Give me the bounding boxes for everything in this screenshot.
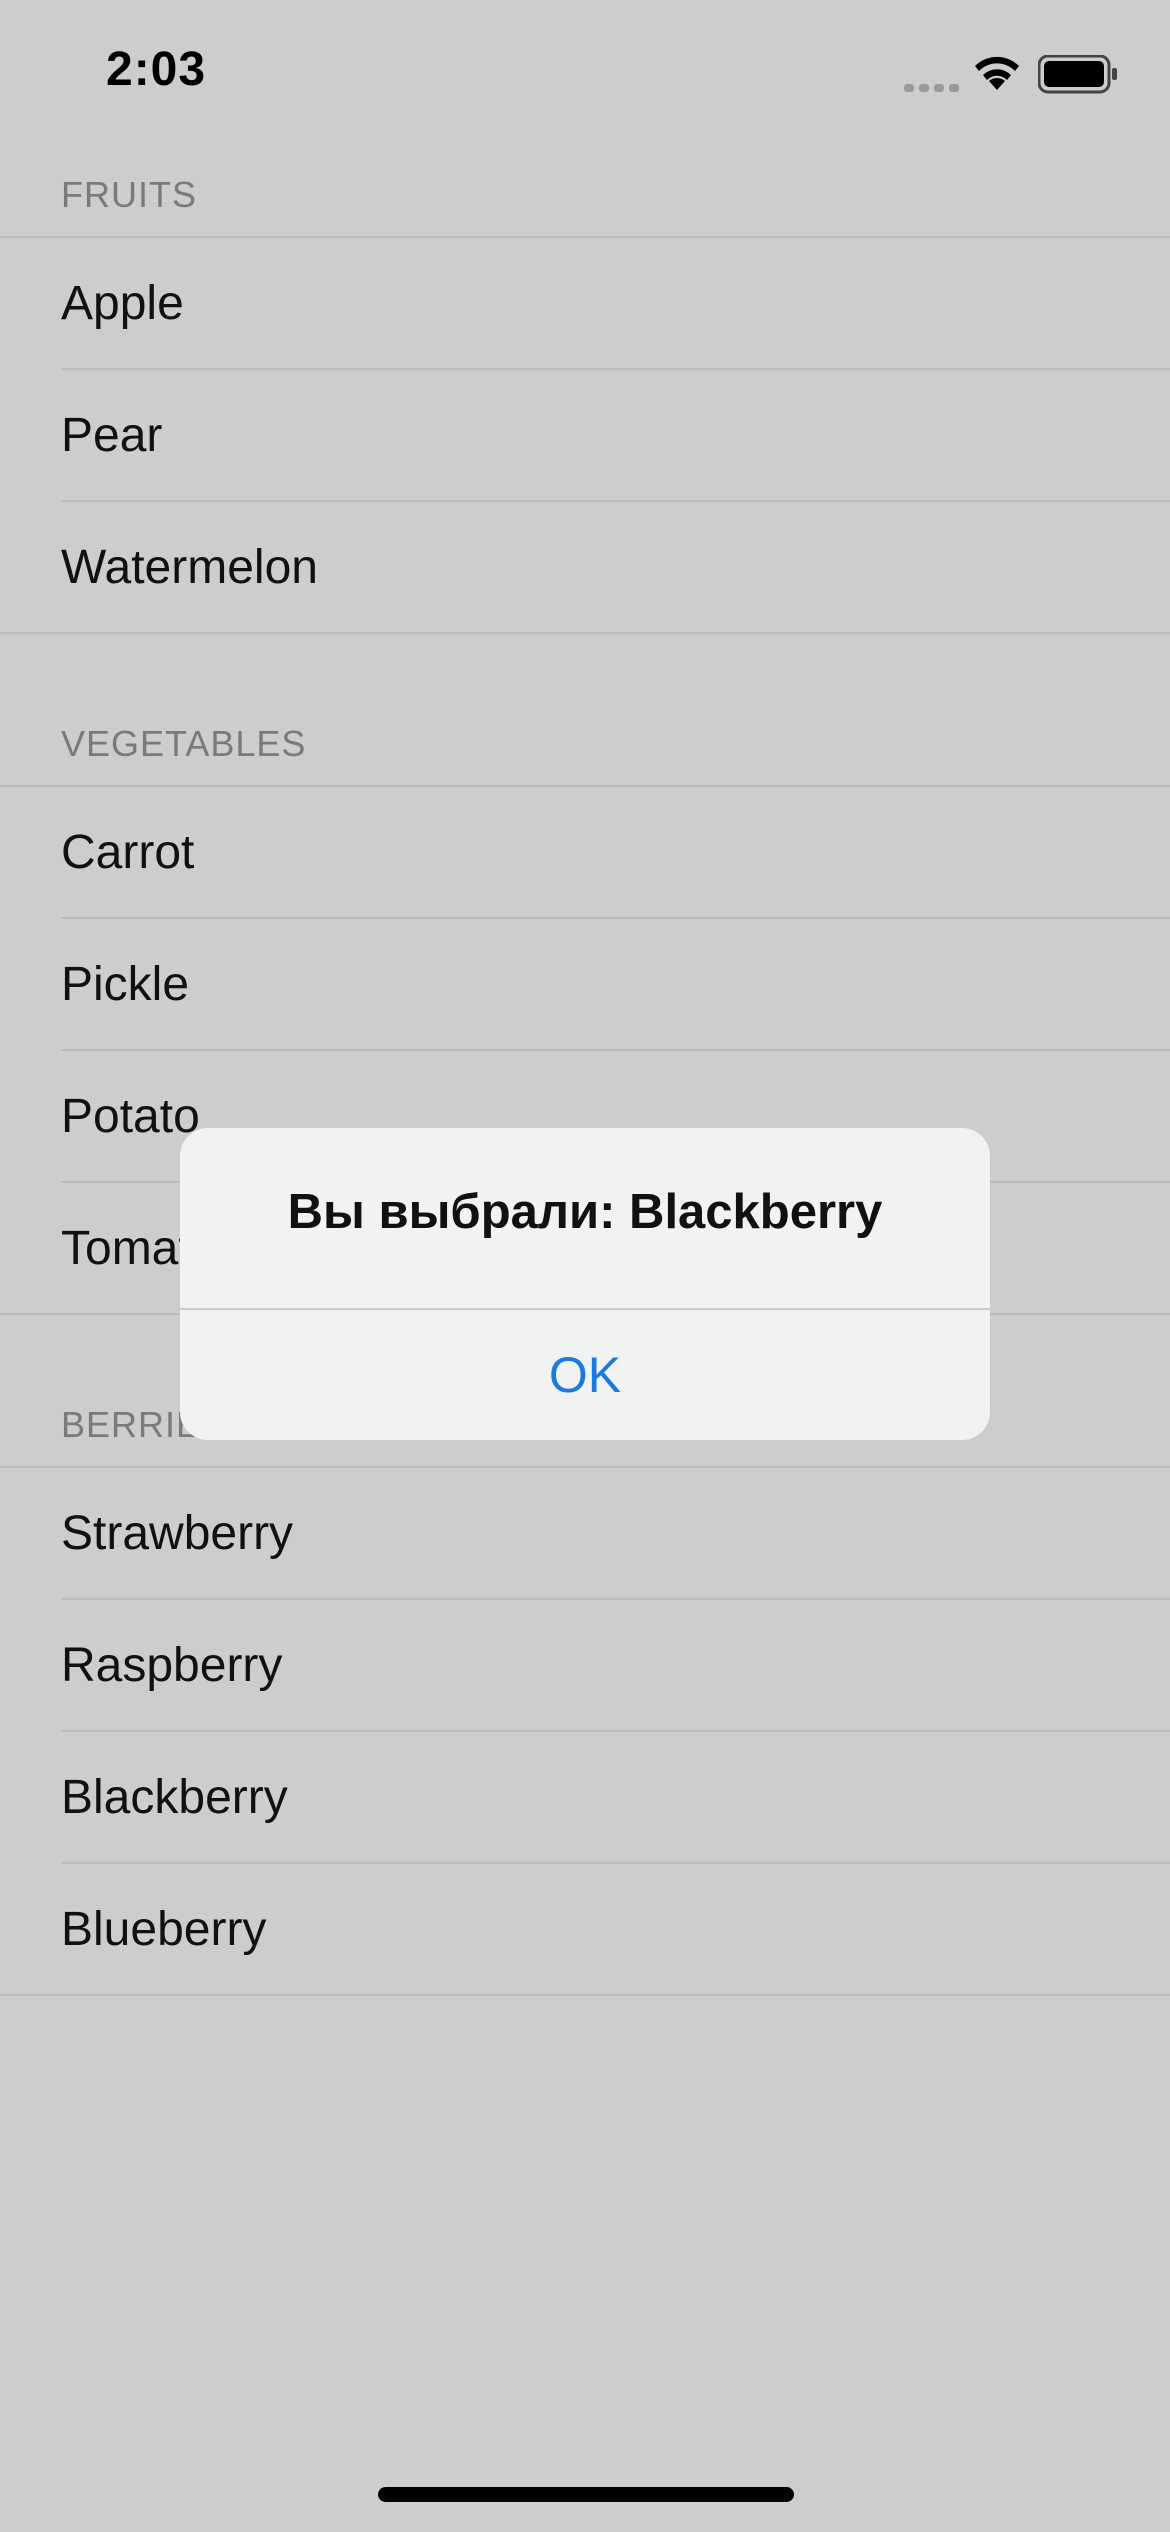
row-divider xyxy=(0,1994,1170,1996)
cellular-signal-icon xyxy=(904,84,959,92)
battery-icon xyxy=(1038,55,1117,94)
alert-dialog: Вы выбрали: Blackberry OK xyxy=(180,1128,990,1440)
status-time: 2:03 xyxy=(106,43,207,96)
row-divider xyxy=(0,632,1170,634)
alert-title: Вы выбрали: Blackberry xyxy=(287,1185,883,1239)
section-header-vegetables: VEGETABLES xyxy=(61,723,307,764)
list-item[interactable]: Blueberry xyxy=(0,1864,1170,1996)
list-item-label: Potato xyxy=(61,1090,200,1143)
list-item[interactable]: Carrot xyxy=(0,787,1170,919)
list-item[interactable]: Blackberry xyxy=(0,1732,1170,1864)
list-section-fruits: Apple Pear Watermelon xyxy=(0,238,1170,634)
list-section-berries: Strawberry Raspberry Blackberry Blueberr… xyxy=(0,1468,1170,1996)
list-item[interactable]: Apple xyxy=(0,238,1170,370)
status-bar: 2:03 xyxy=(0,0,1170,140)
list-item-label: Apple xyxy=(61,277,184,330)
list-item-label: Blueberry xyxy=(61,1903,267,1956)
home-indicator[interactable] xyxy=(378,2487,794,2502)
list-item[interactable]: Watermelon xyxy=(0,502,1170,634)
list-item[interactable]: Strawberry xyxy=(0,1468,1170,1600)
list-item[interactable]: Pear xyxy=(0,370,1170,502)
section-header-fruits: FRUITS xyxy=(61,174,197,215)
list-item-label: Carrot xyxy=(61,826,195,879)
list-item-label: Blackberry xyxy=(61,1771,288,1824)
list-item-label: Pickle xyxy=(61,958,190,1011)
list-item-label: Strawberry xyxy=(61,1507,294,1560)
list-item-label: Pear xyxy=(61,409,163,462)
wifi-icon xyxy=(975,56,1019,90)
list-item[interactable]: Raspberry xyxy=(0,1600,1170,1732)
list-item[interactable]: Pickle xyxy=(0,919,1170,1051)
list-item-label: Watermelon xyxy=(61,541,318,594)
list-item-label: Raspberry xyxy=(61,1639,283,1692)
alert-ok-button[interactable]: OK xyxy=(180,1310,990,1440)
